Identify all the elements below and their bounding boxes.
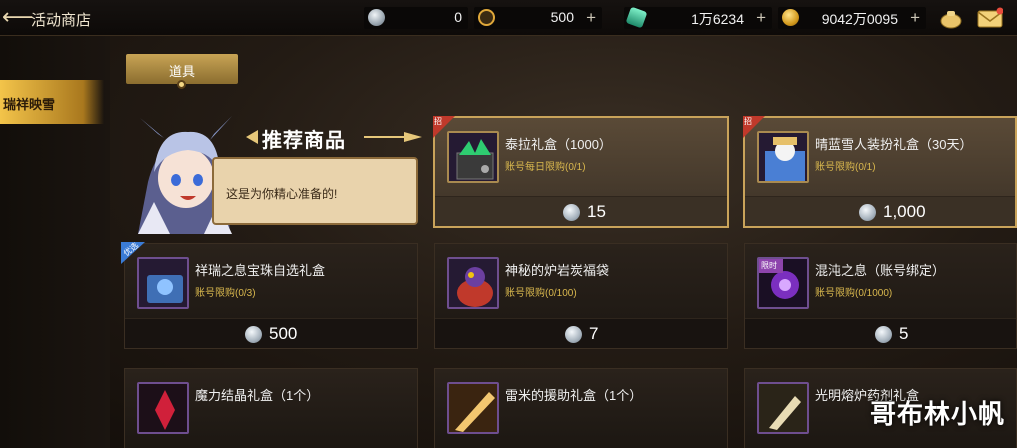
price-bar: 5 <box>745 318 1016 348</box>
silver-coin-icon <box>368 9 385 26</box>
add-crystal-button[interactable]: + <box>756 8 766 28</box>
shop-item-card[interactable]: 招 晴蓝雪人装扮礼盒（30天） 账号限购(0/1) 1,000 <box>743 116 1017 228</box>
silver-coin-icon <box>565 326 582 343</box>
watermark: 哥布林小帆 <box>869 399 1005 429</box>
mail-icon[interactable] <box>977 7 1004 29</box>
shop-item-card[interactable]: 招 泰拉礼盒（1000） 账号每日限购(0/1) 15 <box>433 116 729 228</box>
item-name: 魔力结晶礼盒（1个） <box>195 388 320 403</box>
back-arrow-icon[interactable]: ⟵ <box>2 6 34 30</box>
chaos-breath-icon: 限时 <box>757 257 809 309</box>
item-name: 泰拉礼盒（1000） <box>505 137 612 152</box>
sidebar-item-active[interactable]: 瑞祥映雪 <box>0 80 104 124</box>
item-name: 祥瑞之息宝珠自选礼盒 <box>195 263 326 278</box>
item-limit: 账号限购(0/1000) <box>815 288 893 299</box>
pouch-icon[interactable] <box>939 7 963 29</box>
price-bar: 1,000 <box>745 196 1015 226</box>
shop-item-card[interactable]: 限时 混沌之息（账号绑定） 账号限购(0/1000) 5 <box>744 243 1017 349</box>
speech-bubble: 这是为你精心准备的! <box>212 157 418 225</box>
gold-c-icon <box>478 9 495 26</box>
sidebar: 瑞祥映雪 <box>0 36 110 448</box>
currency-crystal: 1万6234 + <box>624 6 772 29</box>
lucky-bag-icon <box>447 257 499 309</box>
price-bar: 15 <box>435 196 727 226</box>
shop-item-card[interactable]: 雷米的援助礼盒（1个） <box>434 368 728 448</box>
item-name: 雷米的援助礼盒（1个） <box>505 388 643 403</box>
item-price: 5 <box>899 324 909 343</box>
item-price: 500 <box>269 324 298 343</box>
assist-box-icon <box>447 382 499 434</box>
currency-gold-c: 500 + <box>474 7 602 29</box>
item-name: 神秘的炉岩炭福袋 <box>505 263 610 278</box>
item-limit: 账号限购(0/1) <box>815 162 876 173</box>
mana-crystal-icon <box>137 382 189 434</box>
item-limit: 账号限购(0/3) <box>195 288 256 299</box>
item-price: 15 <box>587 202 606 221</box>
silver-coin-icon <box>859 204 876 221</box>
item-name: 晴蓝雪人装扮礼盒（30天） <box>815 137 973 152</box>
shop-item-card[interactable]: 神秘的炉岩炭福袋 账号限购(0/100) 7 <box>434 243 728 349</box>
shop-item-card[interactable]: 优选 祥瑞之息宝珠自选礼盒 账号限购(0/3) 500 <box>121 242 418 349</box>
page-title: 活动商店 <box>31 12 92 29</box>
tab-indicator-icon <box>177 80 186 89</box>
terra-box-icon <box>447 131 499 183</box>
item-price: 7 <box>589 324 599 343</box>
price-bar: 500 <box>125 318 417 348</box>
silver-coin-icon <box>875 326 892 343</box>
recommend-title: 推荐商品 <box>244 122 424 152</box>
gold-coin-icon <box>782 9 799 26</box>
currency-silver: 0 <box>364 7 468 29</box>
green-crystal-icon <box>625 6 648 29</box>
item-price: 1,000 <box>883 202 926 221</box>
add-gold-c-button[interactable]: + <box>586 8 596 28</box>
price-bar: 7 <box>435 318 727 348</box>
item-limit: 账号限购(0/100) <box>505 288 577 299</box>
limited-tag: 限时 <box>759 259 783 273</box>
item-limit: 账号每日限购(0/1) <box>505 162 586 173</box>
snowman-box-icon <box>757 131 809 183</box>
item-name: 混沌之息（账号绑定） <box>815 263 946 278</box>
currency-gold-coin: 9042万0095 + <box>778 7 926 29</box>
orb-box-icon <box>137 257 189 309</box>
silver-coin-icon <box>245 326 262 343</box>
add-gold-coin-button[interactable]: + <box>910 8 920 28</box>
top-bar: ⟵ 活动商店 0 500 + 1万6234 + 9042万0095 + <box>0 0 1017 36</box>
potion-box-icon <box>757 382 809 434</box>
silver-coin-icon <box>563 204 580 221</box>
shop-item-card[interactable]: 魔力结晶礼盒（1个） <box>124 368 418 448</box>
